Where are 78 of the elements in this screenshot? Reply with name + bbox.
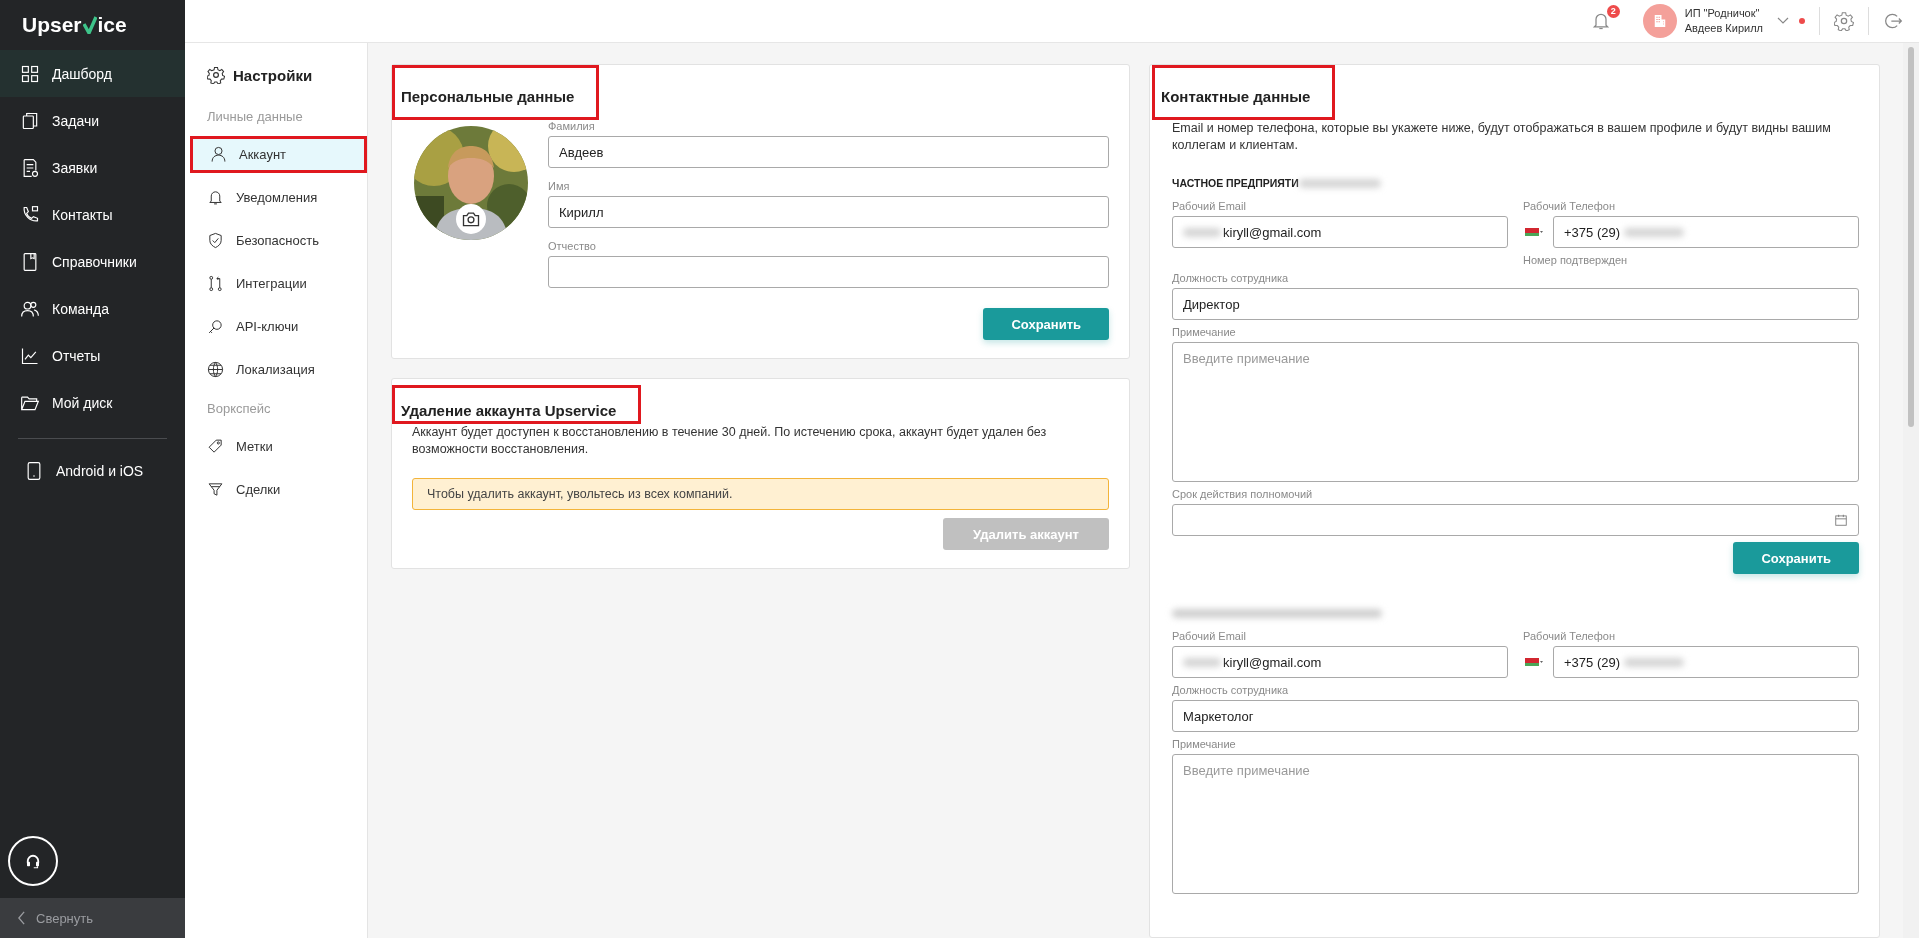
date-field[interactable]	[1172, 504, 1859, 536]
settings-nav-item[interactable]: Аккаунт	[190, 136, 367, 173]
input-field[interactable]	[548, 256, 1109, 288]
logout-icon[interactable]	[1883, 11, 1903, 31]
branch-icon	[207, 275, 224, 292]
settings-icon[interactable]	[1834, 11, 1854, 31]
collapse-button[interactable]: Свернуть	[0, 898, 185, 938]
settings-nav-item[interactable]: Метки	[190, 425, 367, 468]
chevron-down-icon[interactable]	[1777, 17, 1789, 25]
grid-icon	[20, 63, 40, 84]
contacts-description: Email и номер телефона, которые вы укажете ниже, будут отображаться в вашем профиле и будут видны вашим коллегам и клиентам.	[1172, 120, 1832, 154]
status-dot	[1799, 18, 1805, 24]
input-field[interactable]: Авдеев	[548, 136, 1109, 168]
field-label: Отчество	[548, 240, 597, 252]
bell-icon	[207, 189, 224, 206]
deletion-description: Аккаунт будет доступен к восстановлению в течение 30 дней. По истечению срока, аккаунт будет удален без возможности восстановления.	[412, 424, 1048, 458]
field-label: Рабочий Email	[1172, 630, 1247, 642]
sidebar-item[interactable]: Android и iOS	[0, 447, 185, 494]
sidebar-item[interactable]: Справочники	[0, 238, 185, 285]
phone-status: Номер подтвержден	[1523, 254, 1629, 266]
sidebar-item[interactable]: Контакты	[0, 191, 185, 238]
sidebar-item[interactable]: Дашборд	[0, 50, 185, 97]
settings-nav-item[interactable]: Локализация	[190, 348, 367, 391]
shield-icon	[207, 232, 224, 249]
notification-badge: 2	[1606, 5, 1620, 18]
clipboard-icon	[20, 110, 40, 131]
position-field[interactable]: Директор	[1172, 288, 1859, 320]
phone-field[interactable]: +375 (29)	[1553, 646, 1859, 678]
user-name: Авдеев Кирилл	[1684, 21, 1763, 36]
sidebar-item[interactable]: Команда	[0, 285, 185, 332]
support-button[interactable]	[8, 836, 58, 886]
field-label: Срок действия полномочий	[1172, 488, 1314, 500]
section-title: Персональные данные	[392, 65, 600, 120]
user-icon	[210, 146, 227, 163]
field-label: Рабочий Телефон	[1523, 630, 1616, 642]
group-heading: Личные данные	[206, 107, 304, 126]
company-name: ИП "Родничок"	[1684, 6, 1761, 21]
settings-icon	[207, 66, 225, 84]
warning-message: Чтобы удалить аккаунт, увольтесь из всех компаний.	[412, 478, 1109, 510]
sidebar-item[interactable]: Мой диск	[0, 379, 185, 426]
sidebar-item[interactable]: Отчеты	[0, 332, 185, 379]
settings-nav-item[interactable]: Сделки	[190, 468, 367, 511]
settings-nav-item[interactable]: Уведомления	[190, 176, 367, 219]
settings-heading: Настройки	[233, 66, 313, 84]
sidebar-item[interactable]: Задачи	[0, 97, 185, 144]
flag-icon	[1523, 228, 1543, 236]
globe-icon	[207, 361, 224, 378]
field-label: Фамилия	[548, 120, 596, 132]
chevron-left-icon	[17, 911, 26, 925]
group-heading: Воркспейс	[206, 399, 272, 418]
settings-nav-item[interactable]: API-ключи	[190, 305, 367, 348]
settings-nav-item[interactable]: Интеграции	[190, 262, 367, 305]
phone-field[interactable]: +375 (29)	[1553, 216, 1859, 248]
funnel-icon	[207, 481, 224, 498]
field-label: Должность сотрудника	[1172, 684, 1290, 696]
field-label: Имя	[548, 180, 571, 192]
settings-nav-item[interactable]: Безопасность	[190, 219, 367, 262]
phone-icon	[20, 204, 40, 225]
sidebar-item[interactable]: Заявки	[0, 144, 185, 191]
scrollbar[interactable]	[1903, 43, 1919, 938]
company-name: ЧАСТНОЕ ПРЕДПРИЯТИ	[1172, 177, 1299, 189]
input-field[interactable]: Кирилл	[548, 196, 1109, 228]
tag-icon	[207, 438, 224, 455]
position-field[interactable]: Маркетолог	[1172, 700, 1859, 732]
email-field[interactable]: kiryll@gmail.com	[1172, 216, 1508, 248]
flag-icon	[1523, 658, 1543, 666]
logo: Upser ice	[22, 13, 127, 37]
headset-icon	[24, 852, 42, 870]
field-label: Примечание	[1172, 738, 1237, 750]
field-label: Рабочий Email	[1172, 200, 1247, 212]
section-title: Удаление аккаунта Upservice	[392, 385, 642, 424]
field-label: Должность сотрудника	[1172, 272, 1290, 284]
field-label: Рабочий Телефон	[1523, 200, 1616, 212]
email-field[interactable]: kiryll@gmail.com	[1172, 646, 1508, 678]
key-icon	[207, 318, 224, 335]
field-label: Примечание	[1172, 326, 1237, 338]
section-title: Контактные данные	[1152, 65, 1336, 120]
calendar-icon	[1834, 513, 1848, 527]
